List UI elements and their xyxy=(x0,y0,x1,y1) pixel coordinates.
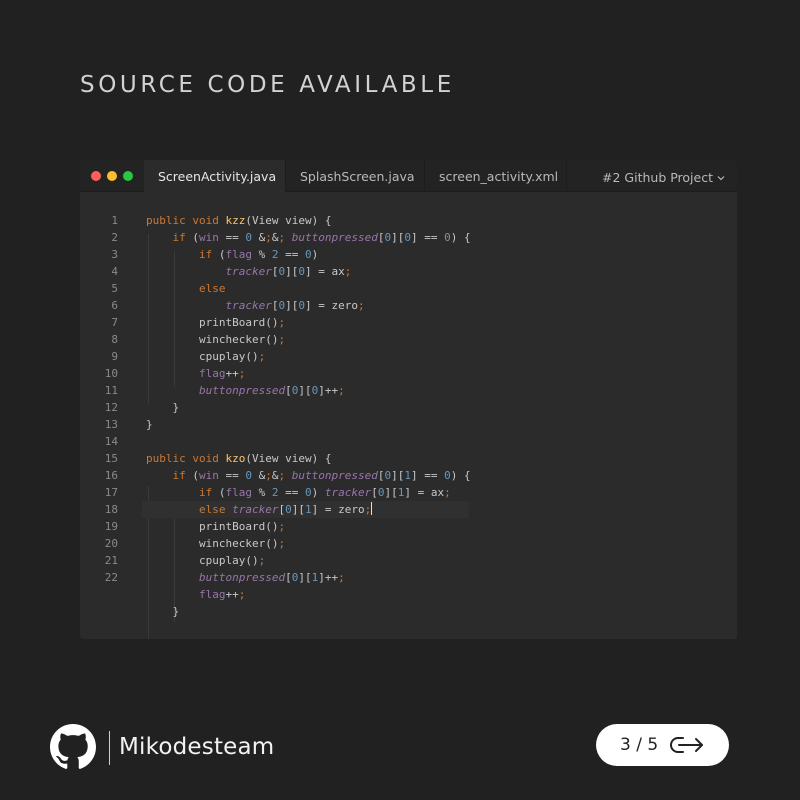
code-line: 8 winchecker(); xyxy=(80,331,737,348)
code-text: tracker[0][0] = zero; xyxy=(225,299,365,312)
code-line: 6 tracker[0][0] = zero; xyxy=(80,297,737,314)
line-number: 9 xyxy=(111,350,118,363)
line-number: 15 xyxy=(104,452,118,465)
page-indicator[interactable]: 3 / 5 xyxy=(596,724,729,766)
code-text: printBoard(); xyxy=(146,520,286,533)
github-icon[interactable] xyxy=(50,724,96,770)
code-text: if (flag % 2 == 0) tracker[0][1] = ax; xyxy=(198,486,451,499)
line-number: 14 xyxy=(104,435,118,448)
code-editor-window: ScreenActivity.java SplashScreen.java sc… xyxy=(80,160,737,639)
line-number: 13 xyxy=(104,418,118,431)
code-line: 2 if (win == 0 &;&; buttonpressed[0][0] … xyxy=(80,229,737,246)
code-line: 1 public void kzz(View view) { xyxy=(80,212,737,229)
code-line-current: 18 else tracker[0][1] = zero; xyxy=(80,501,737,518)
window-controls xyxy=(91,171,141,182)
line-number: 11 xyxy=(104,384,118,397)
line-number: 12 xyxy=(104,401,118,414)
tab-screen-activity-java[interactable]: ScreenActivity.java xyxy=(144,160,286,192)
code-line: 5 else xyxy=(80,280,737,297)
code-text: } xyxy=(146,401,180,414)
close-window-button[interactable] xyxy=(91,171,101,181)
code-text: } xyxy=(146,418,153,431)
line-number: 10 xyxy=(104,367,118,380)
line-number: 20 xyxy=(104,537,118,550)
maximize-window-button[interactable] xyxy=(123,171,133,181)
code-text: cpuplay(); xyxy=(146,350,266,363)
line-number: 8 xyxy=(111,333,118,346)
tab-splash-screen-java[interactable]: SplashScreen.java xyxy=(286,160,425,192)
code-text: if (flag % 2 == 0) xyxy=(198,248,319,261)
footer-divider xyxy=(109,731,110,765)
code-line: 22 buttonpressed[0][1]++; xyxy=(80,569,737,586)
code-line: 19 printBoard(); xyxy=(80,518,737,535)
code-line: 9 cpuplay(); xyxy=(80,348,737,365)
code-line: 7 printBoard(); xyxy=(80,314,737,331)
code-area[interactable]: 1 public void kzz(View view) { 2 if (win … xyxy=(80,212,737,639)
line-number: 19 xyxy=(104,520,118,533)
code-line: 12 } xyxy=(80,399,737,416)
code-text: cpuplay(); xyxy=(146,554,266,567)
code-line: 11 buttonpressed[0][0]++; xyxy=(80,382,737,399)
swipe-next-icon xyxy=(669,736,705,754)
code-text: } xyxy=(146,605,180,618)
code-line: 16 if (win == 0 &;&; buttonpressed[0][1]… xyxy=(80,467,737,484)
code-line: 4 tracker[0][0] = ax; xyxy=(80,263,737,280)
tab-screen-activity-xml[interactable]: screen_activity.xml xyxy=(425,160,567,192)
text-cursor xyxy=(371,502,373,515)
code-text: winchecker(); xyxy=(146,537,286,550)
code-text: public void kzz(View view) { xyxy=(146,214,332,227)
line-number: 6 xyxy=(111,299,118,312)
code-line: 17 if (flag % 2 == 0) tracker[0][1] = ax… xyxy=(80,484,737,501)
code-line: 3 if (flag % 2 == 0) xyxy=(80,246,737,263)
project-selector[interactable]: #2 Github Project xyxy=(602,160,725,192)
line-number: 17 xyxy=(104,486,118,499)
code-line: 21 cpuplay(); xyxy=(80,552,737,569)
line-number: 16 xyxy=(104,469,118,482)
code-text: printBoard(); xyxy=(146,316,286,329)
line-number: 2 xyxy=(111,231,118,244)
code-text: else xyxy=(198,282,226,295)
code-text: buttonpressed[0][1]++; xyxy=(198,571,345,584)
line-number: 3 xyxy=(111,248,118,261)
code-line: 13} xyxy=(80,416,737,433)
line-number: 18 xyxy=(104,503,118,516)
page-headline: SOURCE CODE AVAILABLE xyxy=(80,72,455,98)
code-line: flag++; xyxy=(80,586,737,603)
code-text: public void kzo(View view) { xyxy=(146,452,332,465)
line-number: 4 xyxy=(111,265,118,278)
line-number: 22 xyxy=(104,571,118,584)
page-counter: 3 / 5 xyxy=(620,735,659,755)
minimize-window-button[interactable] xyxy=(107,171,117,181)
code-text: if (win == 0 &;&; buttonpressed[0][0] ==… xyxy=(172,231,471,244)
code-line: } xyxy=(80,603,737,620)
brand-name: Mikodesteam xyxy=(119,734,275,760)
code-line: 15 public void kzo(View view) { xyxy=(80,450,737,467)
code-text: buttonpressed[0][0]++; xyxy=(198,384,345,397)
chevron-down-icon xyxy=(717,160,725,193)
code-line: 14 xyxy=(80,433,737,450)
editor-titlebar: ScreenActivity.java SplashScreen.java sc… xyxy=(80,160,737,192)
code-line: 10 flag++; xyxy=(80,365,737,382)
line-number: 1 xyxy=(111,214,118,227)
code-text: tracker[0][0] = ax; xyxy=(225,265,352,278)
line-number: 5 xyxy=(111,282,118,295)
code-text: flag++; xyxy=(198,588,246,601)
code-line: 20 winchecker(); xyxy=(80,535,737,552)
project-selector-label: #2 Github Project xyxy=(602,170,713,185)
line-number: 21 xyxy=(104,554,118,567)
line-number: 7 xyxy=(111,316,118,329)
code-text: if (win == 0 &;&; buttonpressed[0][1] ==… xyxy=(172,469,471,482)
code-text: flag++; xyxy=(198,367,246,380)
code-text: winchecker(); xyxy=(146,333,286,346)
code-text: else tracker[0][1] = zero; xyxy=(198,502,373,516)
